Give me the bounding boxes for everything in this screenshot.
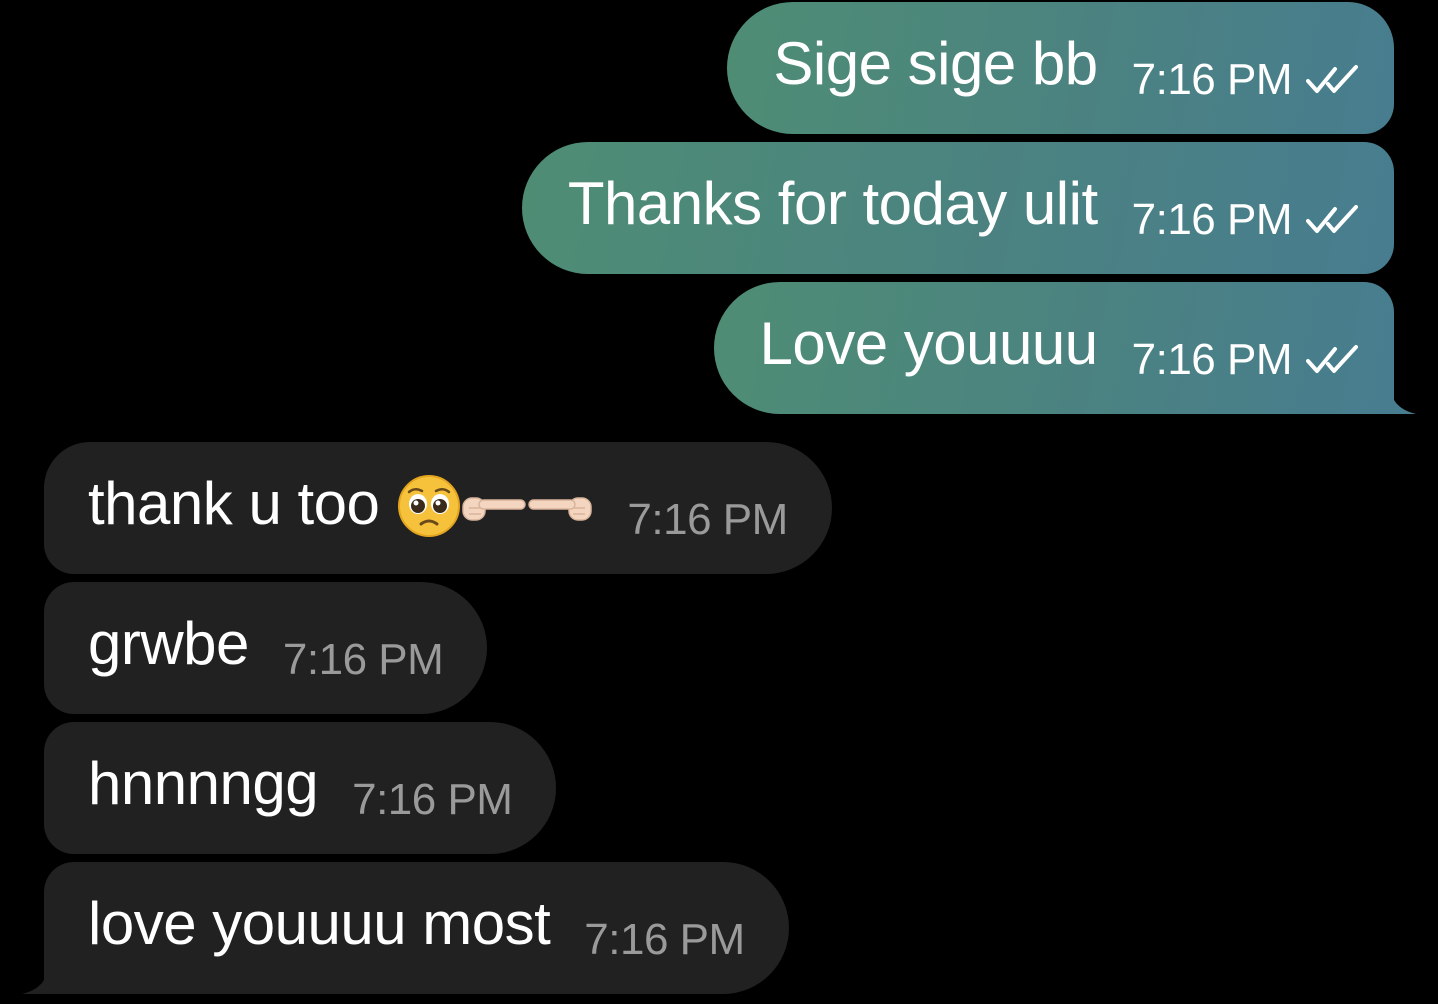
incoming-message-bubble[interactable]: thank u too 7:16 PM xyxy=(44,442,832,574)
message-time: 7:16 PM xyxy=(352,775,513,824)
message-time: 7:16 PM xyxy=(282,635,444,684)
message-meta: 7:16 PM xyxy=(627,495,788,544)
double-check-icon xyxy=(1306,205,1358,233)
outgoing-message-bubble[interactable]: Sige sige bb 7:16 PM xyxy=(727,2,1394,134)
message-meta: 7:16 PM xyxy=(1132,58,1364,102)
outgoing-message-bubble[interactable]: Love youuuu 7:16 PM xyxy=(713,282,1416,414)
message-time: 7:16 PM xyxy=(627,495,788,544)
incoming-message-bubble[interactable]: love youuuu most 7:16 PM xyxy=(22,862,789,994)
message-meta: 7:16 PM xyxy=(584,915,745,964)
message-text: Thanks for today ulit xyxy=(567,170,1098,237)
chat-message-list: Sige sige bb 7:16 PM Thanks for today ul… xyxy=(0,0,1438,1004)
double-check-icon xyxy=(1306,345,1358,373)
message-time: 7:16 PM xyxy=(584,915,745,964)
emoji-group xyxy=(397,474,593,538)
incoming-message-bubble[interactable]: grwbe 7:16 PM xyxy=(44,582,488,714)
double-check-icon xyxy=(1306,65,1358,93)
message-text: hnnnngg xyxy=(88,750,319,817)
message-meta: 7:16 PM xyxy=(352,775,513,824)
message-text: thank u too xyxy=(88,470,380,537)
message-text: Love youuuu xyxy=(759,310,1099,377)
message-time: 7:16 PM xyxy=(1131,55,1293,104)
bubble-tail xyxy=(1390,388,1416,414)
bubble-tail xyxy=(22,968,48,994)
message-meta: 7:16 PM xyxy=(1132,338,1364,382)
outgoing-message-bubble[interactable]: Thanks for today ulit 7:16 PM xyxy=(521,142,1394,274)
message-meta: 7:16 PM xyxy=(282,635,444,684)
pleading-face-icon xyxy=(398,475,461,537)
message-time: 7:16 PM xyxy=(1131,195,1293,244)
index-pointing-left-icon xyxy=(528,497,593,521)
message-text: Sige sige bb xyxy=(773,30,1098,97)
message-meta: 7:16 PM xyxy=(1132,198,1364,242)
message-text: grwbe xyxy=(88,610,249,677)
incoming-message-bubble[interactable]: hnnnngg 7:16 PM xyxy=(44,722,557,854)
index-pointing-right-icon xyxy=(462,497,527,521)
message-text: love youuuu most xyxy=(88,890,551,957)
message-time: 7:16 PM xyxy=(1131,335,1293,384)
